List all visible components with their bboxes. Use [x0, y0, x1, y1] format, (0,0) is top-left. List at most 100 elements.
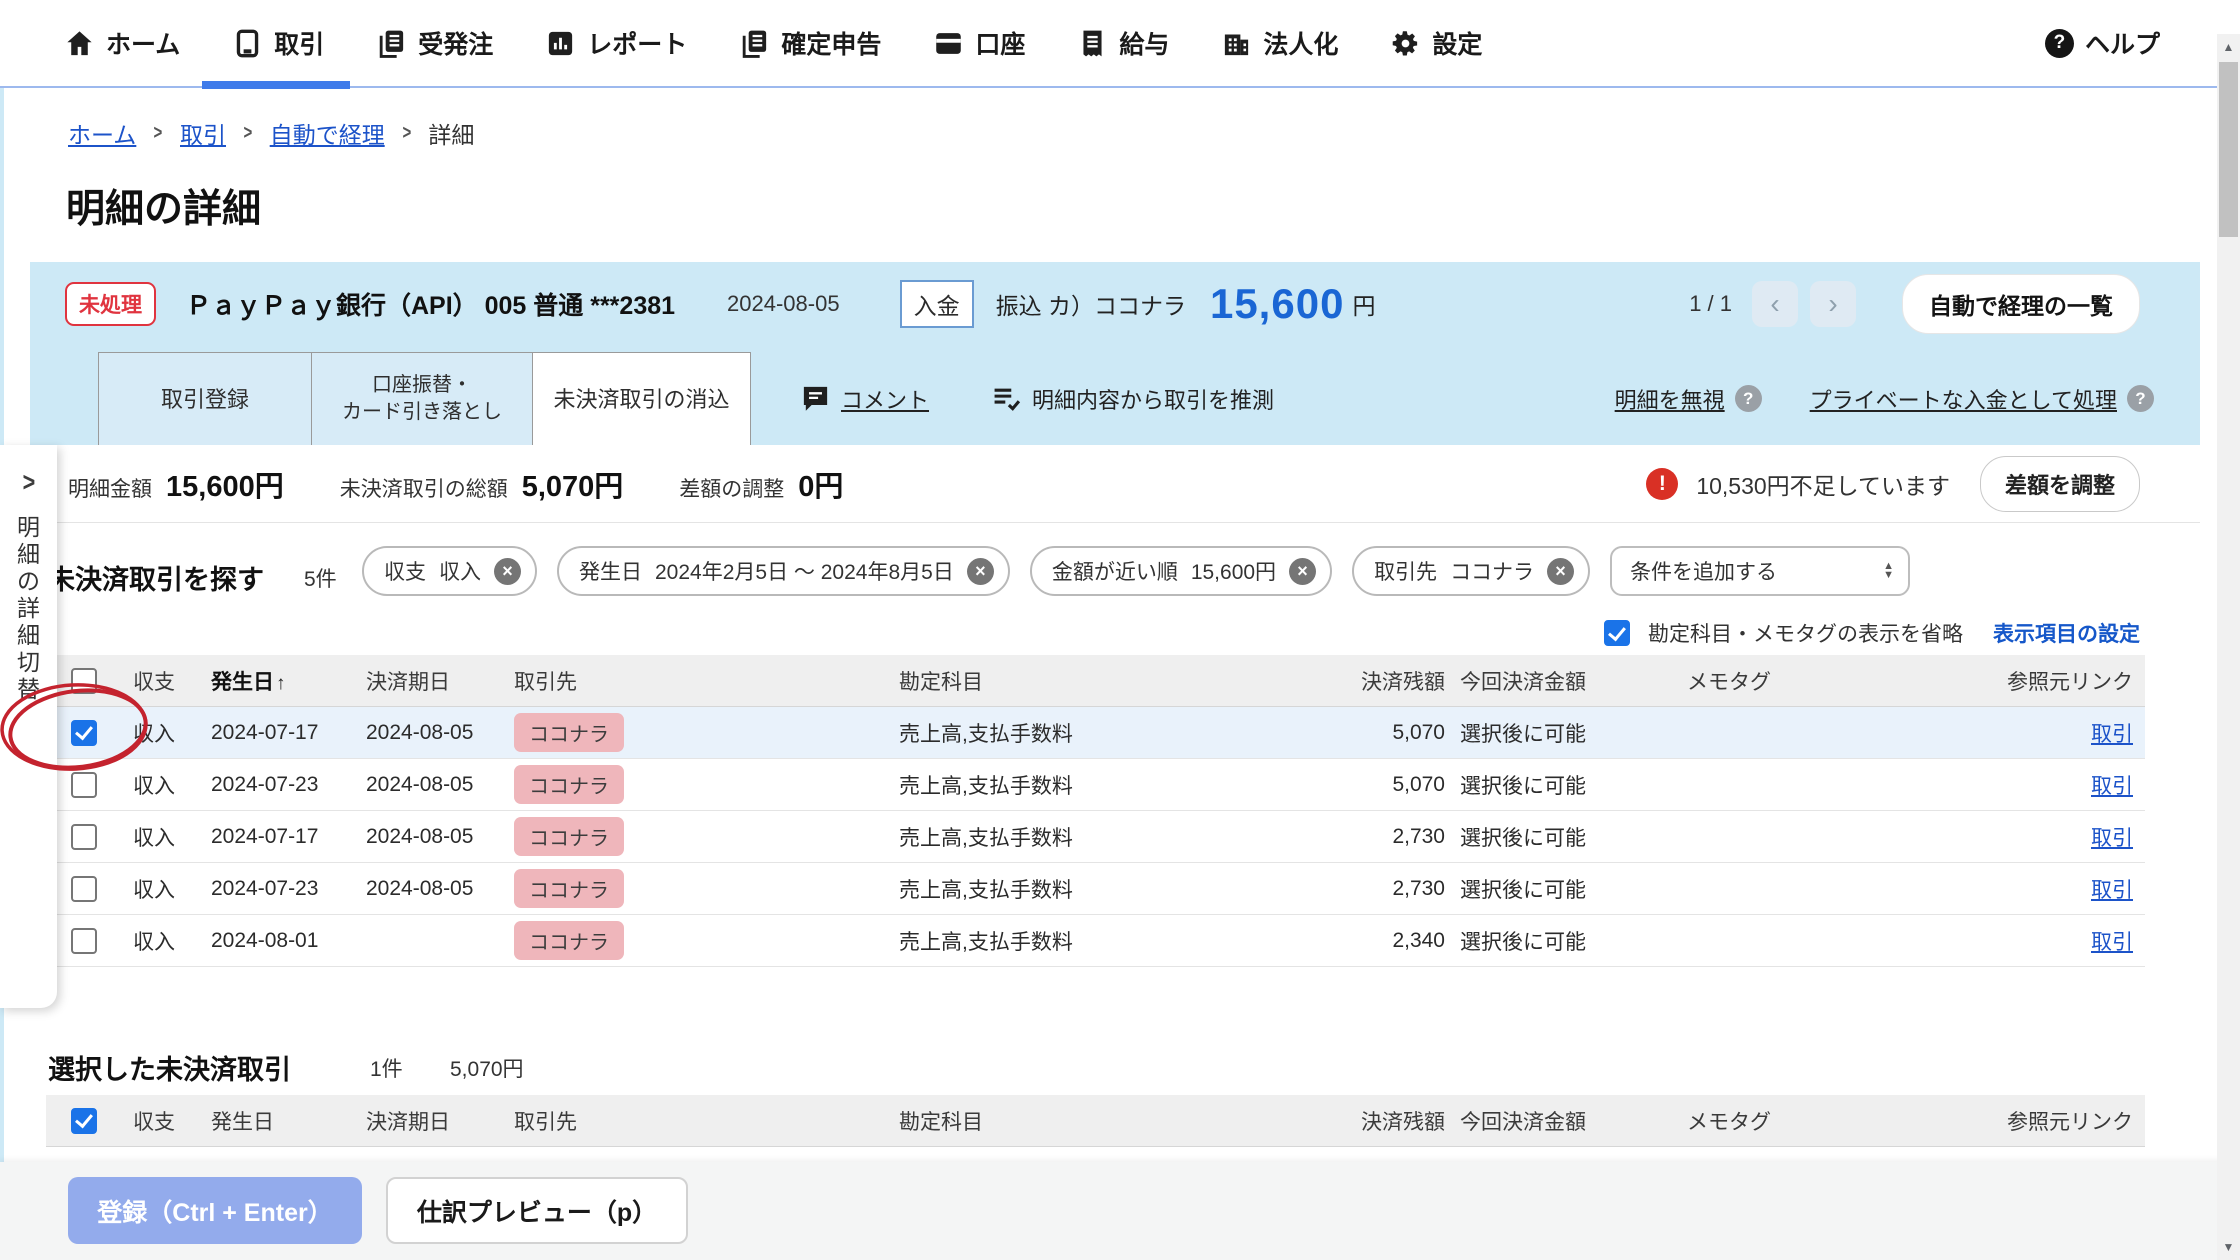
comment-label: コメント — [841, 387, 930, 413]
partner-chip: ココナラ — [514, 817, 624, 856]
panel-char: の — [17, 568, 40, 594]
scrollbar-thumb[interactable] — [2219, 62, 2238, 237]
question-icon[interactable]: ? — [1734, 385, 1762, 412]
transaction-link[interactable]: 取引 — [2091, 879, 2133, 902]
cell-account: 売上高,支払手数料 — [899, 930, 1073, 954]
unsettled-total-value: 5,070円 — [521, 471, 624, 503]
prev-statement-button[interactable]: ‹ — [1752, 281, 1798, 327]
cell-account: 売上高,支払手数料 — [899, 878, 1073, 902]
nav-item-home[interactable]: ホーム — [64, 0, 180, 87]
journal-preview-button[interactable]: 仕訳プレビュー（p） — [386, 1177, 688, 1244]
filter-chip-partner: 取引先 ココナラ × — [1352, 546, 1591, 596]
cell-checkbox — [46, 823, 121, 850]
private-deposit-link[interactable]: プライベートな入金として処理 ? — [1810, 383, 2154, 415]
header-cell-account: 勘定科目 — [899, 670, 983, 694]
close-icon[interactable]: × — [966, 557, 994, 585]
add-condition-label: 条件を追加する — [1630, 561, 1778, 584]
tab-settlement-matching[interactable]: 未決済取引の消込 — [532, 352, 751, 445]
partner-chip: ココナラ — [514, 869, 624, 908]
register-button[interactable]: 登録（Ctrl + Enter） — [68, 1177, 362, 1244]
comment-icon — [800, 383, 831, 414]
tab-register-transaction[interactable]: 取引登録 — [98, 352, 312, 445]
partner-chip: ココナラ — [514, 713, 624, 752]
infer-transaction-link[interactable]: 明細内容から取引を推測 — [991, 383, 1274, 415]
next-statement-button[interactable]: › — [1810, 281, 1856, 327]
action-footer: 登録（Ctrl + Enter） 仕訳プレビュー（p） — [0, 1162, 2240, 1260]
display-settings-link[interactable]: 表示項目の設定 — [1993, 618, 2140, 648]
ignore-statement-link[interactable]: 明細を無視 ? — [1615, 383, 1762, 415]
row-checkbox[interactable] — [70, 823, 97, 850]
nav-item-tax-return[interactable]: 確定申告 — [739, 0, 881, 87]
cell-income: 収入 — [133, 930, 175, 954]
cell-account: 売上高,支払手数料 — [899, 826, 1073, 850]
cell-amount: 選択後に可能 — [1460, 774, 1586, 798]
scroll-down-icon[interactable]: ▼ — [2217, 1234, 2240, 1260]
nav-item-payroll[interactable]: 給与 — [1077, 0, 1169, 87]
transaction-link[interactable]: 取引 — [2091, 827, 2133, 850]
close-icon[interactable]: × — [1547, 557, 1575, 585]
search-section-title: 未決済取引を探す — [48, 565, 264, 595]
select-all-checkbox[interactable] — [70, 667, 97, 694]
header-cell-income: 収支 — [133, 1110, 175, 1134]
row-checkbox[interactable] — [70, 875, 97, 902]
selected-transactions-table: 収支 発生日 決済期日 取引先 勘定科目 決済残額 今回決済金額 メモタグ 参照… — [46, 1095, 2145, 1147]
comment-link[interactable]: コメント — [800, 383, 929, 415]
adjust-difference-button[interactable]: 差額を調整 — [1979, 456, 2140, 512]
cell-date: 2024-07-23 — [211, 876, 319, 900]
cell-partner: ココナラ — [514, 765, 899, 804]
top-navigation: ホーム 取引 受発注 レポート 確定申告 口座 給与 法人化 設定 ? ヘルプ — [0, 0, 2240, 89]
accounts-icon — [933, 28, 964, 59]
scroll-up-icon[interactable]: ▲ — [2217, 34, 2240, 60]
nav-item-settings[interactable]: 設定 — [1390, 0, 1482, 87]
unsettled-total-group: 未決済取引の総額 5,070円 — [340, 463, 624, 505]
page-title: 明細の詳細 — [66, 188, 262, 231]
filter-chips: 収支 収入 × 発生日 2024年2月5日 ～ 2024年8月5日 × 金額が近… — [362, 546, 1911, 596]
cell-partner: ココナラ — [514, 869, 899, 908]
status-badge: 未処理 — [65, 282, 156, 326]
row-checkbox[interactable] — [70, 927, 97, 954]
cell-date: 2024-08-01 — [211, 928, 319, 952]
nav-item-transactions[interactable]: 取引 — [202, 0, 351, 89]
omit-account-memo-checkbox[interactable] — [1604, 620, 1630, 646]
account-name: ＰａｙＰａｙ銀行（API） 005 普通 ***2381 — [186, 292, 676, 320]
tab-transfer-card[interactable]: 口座振替・ カード引き落とし — [311, 352, 533, 445]
filter-value: 15,600円 — [1190, 561, 1277, 584]
breadcrumb-current: 詳細 — [428, 122, 475, 148]
banner-right-links: 明細を無視 ? プライベートな入金として処理 ? — [1615, 352, 2154, 445]
help-label: ヘルプ — [2084, 31, 2160, 59]
nav-item-incorporation[interactable]: 法人化 — [1221, 0, 1338, 87]
nav-item-orders[interactable]: 受発注 — [376, 0, 493, 87]
close-icon[interactable]: × — [1289, 557, 1317, 585]
select-all-checkbox[interactable] — [70, 1107, 97, 1134]
nav-item-reports[interactable]: レポート — [545, 0, 687, 87]
transaction-link[interactable]: 取引 — [2091, 931, 2133, 954]
breadcrumb-home[interactable]: ホーム — [68, 116, 136, 150]
help-button[interactable]: ? ヘルプ — [2044, 25, 2160, 61]
statement-currency: 円 — [1352, 293, 1376, 319]
select-arrows-icon: ▲ ▼ — [1883, 561, 1895, 581]
transaction-link[interactable]: 取引 — [2091, 775, 2133, 798]
auto-accounting-list-button[interactable]: 自動で経理の一覧 — [1902, 274, 2140, 334]
header-cell-income: 収支 — [133, 670, 175, 694]
chevron-right-icon: › — [1828, 288, 1838, 319]
header-cell-balance: 決済残額 — [1361, 1110, 1445, 1134]
header-cell-date[interactable]: 発生日 ↑ — [211, 666, 366, 696]
breadcrumb-transactions[interactable]: 取引 — [180, 116, 226, 150]
nav-item-accounts[interactable]: 口座 — [933, 0, 1025, 87]
add-condition-select[interactable]: 条件を追加する ▲ ▼ — [1610, 546, 1911, 596]
header-cell-due: 決済期日 — [366, 1110, 450, 1134]
down-arrow-icon: ▼ — [1883, 569, 1895, 581]
row-checkbox[interactable] — [70, 771, 97, 798]
table-header-row: 収支 発生日 ↑ 決済期日 取引先 勘定科目 決済残額 今回決済金額 メモタグ 参… — [46, 655, 2145, 707]
question-icon[interactable]: ? — [2127, 385, 2154, 412]
incorporation-icon — [1221, 28, 1252, 59]
table-row: 収入 2024-07-17 2024-08-05 ココナラ 売上高,支払手数料 … — [46, 811, 2145, 863]
panel-expand-icon[interactable]: > — [22, 467, 35, 498]
row-checkbox[interactable] — [70, 719, 97, 746]
close-icon[interactable]: × — [494, 557, 521, 585]
breadcrumb-auto-accounting[interactable]: 自動で経理 — [270, 116, 385, 150]
cell-account: 売上高,支払手数料 — [899, 774, 1073, 798]
transaction-link[interactable]: 取引 — [2091, 723, 2133, 746]
statement-amount: 15,600 — [1209, 280, 1345, 327]
panel-char: 細 — [17, 622, 40, 648]
